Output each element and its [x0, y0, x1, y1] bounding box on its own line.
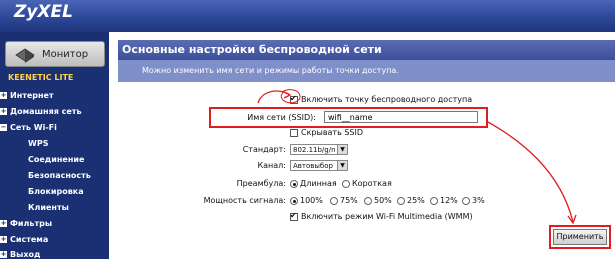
annotation-arrow-head	[283, 91, 292, 99]
annotation-arrows	[257, 89, 577, 225]
annotation-arrow-to-apply	[487, 121, 574, 223]
